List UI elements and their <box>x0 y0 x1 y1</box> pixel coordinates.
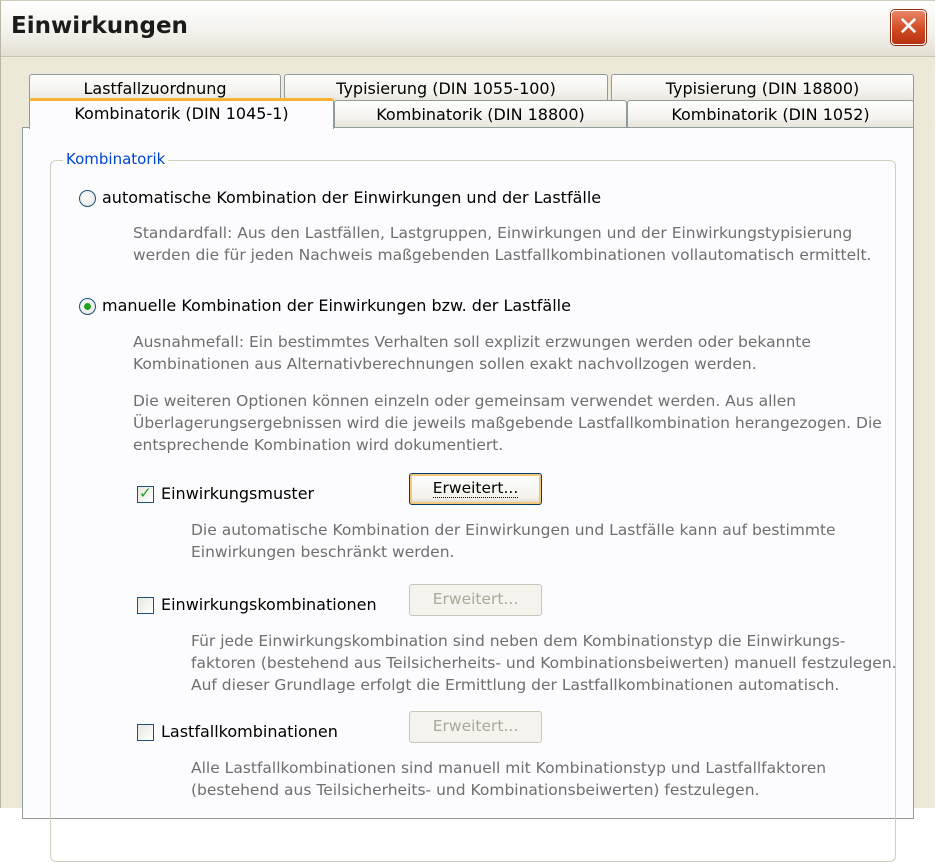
checkbox-einwirkungsmuster-label: Einwirkungsmuster <box>161 484 315 503</box>
automatic-desc-line-1: Standardfall: Aus den Lastfällen, Lastgr… <box>133 224 853 242</box>
manual-desc1-line-1: Ausnahmefall: Ein bestimmtes Verhalten s… <box>133 333 811 351</box>
checkbox-einwirkungskombinationen-label: Einwirkungskombinationen <box>161 595 377 614</box>
checkbox-lastfallkombinationen-label: Lastfallkombinationen <box>161 722 338 741</box>
manual-desc2-line-3: entsprechende Kombination wird dokumenti… <box>133 436 504 454</box>
checkmark-icon: ✓ <box>139 484 152 502</box>
group-legend: Kombinatorik <box>63 150 169 168</box>
lastfallkombinationen-desc-line-1: Alle Lastfallkombinationen sind manuell … <box>191 759 827 777</box>
close-button[interactable]: ✕ <box>891 10 926 45</box>
tab-kombinatorik-din-1052[interactable]: Kombinatorik (DIN 1052) <box>627 100 914 128</box>
tab-panel: Kombinatorik automatische Kombination de… <box>22 127 914 862</box>
radio-automatic[interactable] <box>79 190 96 207</box>
radio-manual-label: manuelle Kombination der Einwirkungen bz… <box>102 296 571 315</box>
radio-automatic-label: automatische Kombination der Einwirkunge… <box>102 188 602 207</box>
automatic-desc-line-2: werden die für jeden Nachweis maßgebende… <box>133 246 872 264</box>
close-icon: ✕ <box>897 12 920 42</box>
window-title: Einwirkungen <box>11 13 188 39</box>
einwirkungskombinationen-desc-line-3: Auf dieser Grundlage erfolgt die Ermittl… <box>191 676 840 694</box>
checkbox-einwirkungskombinationen[interactable] <box>137 597 154 614</box>
tab-kombinatorik-din-18800[interactable]: Kombinatorik (DIN 18800) <box>334 100 627 128</box>
einwirkungsmuster-desc-line-2: Einwirkungen beschränkt werden. <box>191 543 455 561</box>
erweitert-button-einwirkungsmuster[interactable]: Erweitert... <box>409 473 542 505</box>
manual-desc2-line-1: Die weiteren Optionen können einzeln ode… <box>133 392 797 410</box>
einwirkungskombinationen-desc-line-2: faktoren (bestehend aus Teilsicherheits-… <box>191 654 897 672</box>
manual-desc2-line-2: Überlagerungsergebnissen wird die jeweil… <box>133 414 882 432</box>
tab-kombinatorik-din-1045-1[interactable]: Kombinatorik (DIN 1045-1) <box>29 98 334 129</box>
einwirkungskombinationen-desc-line-1: Für jede Einwirkungskombination sind neb… <box>191 632 846 650</box>
checkbox-lastfallkombinationen[interactable] <box>137 724 154 741</box>
lastfallkombinationen-desc-line-2: (bestehend aus Teilsicherheits- und Komb… <box>191 781 760 799</box>
manual-desc1-line-2: Kombinationen aus Alternativberechnungen… <box>133 355 757 373</box>
erweitert-button-einwirkungskombinationen[interactable]: Erweitert... <box>409 584 542 616</box>
radio-manual[interactable] <box>79 298 96 315</box>
tab-typisierung-din-18800[interactable]: Typisierung (DIN 18800) <box>611 74 914 102</box>
erweitert-button-lastfallkombinationen[interactable]: Erweitert... <box>409 711 542 743</box>
dialog-window: Einwirkungen ✕ Lastfallzuordnung Typisie… <box>0 0 935 862</box>
title-bar: Einwirkungen ✕ <box>1 1 935 57</box>
checkbox-einwirkungsmuster[interactable]: ✓ <box>137 484 154 503</box>
radio-dot-icon <box>84 303 91 310</box>
einwirkungsmuster-desc-line-1: Die automatische Kombination der Einwirk… <box>191 521 836 539</box>
